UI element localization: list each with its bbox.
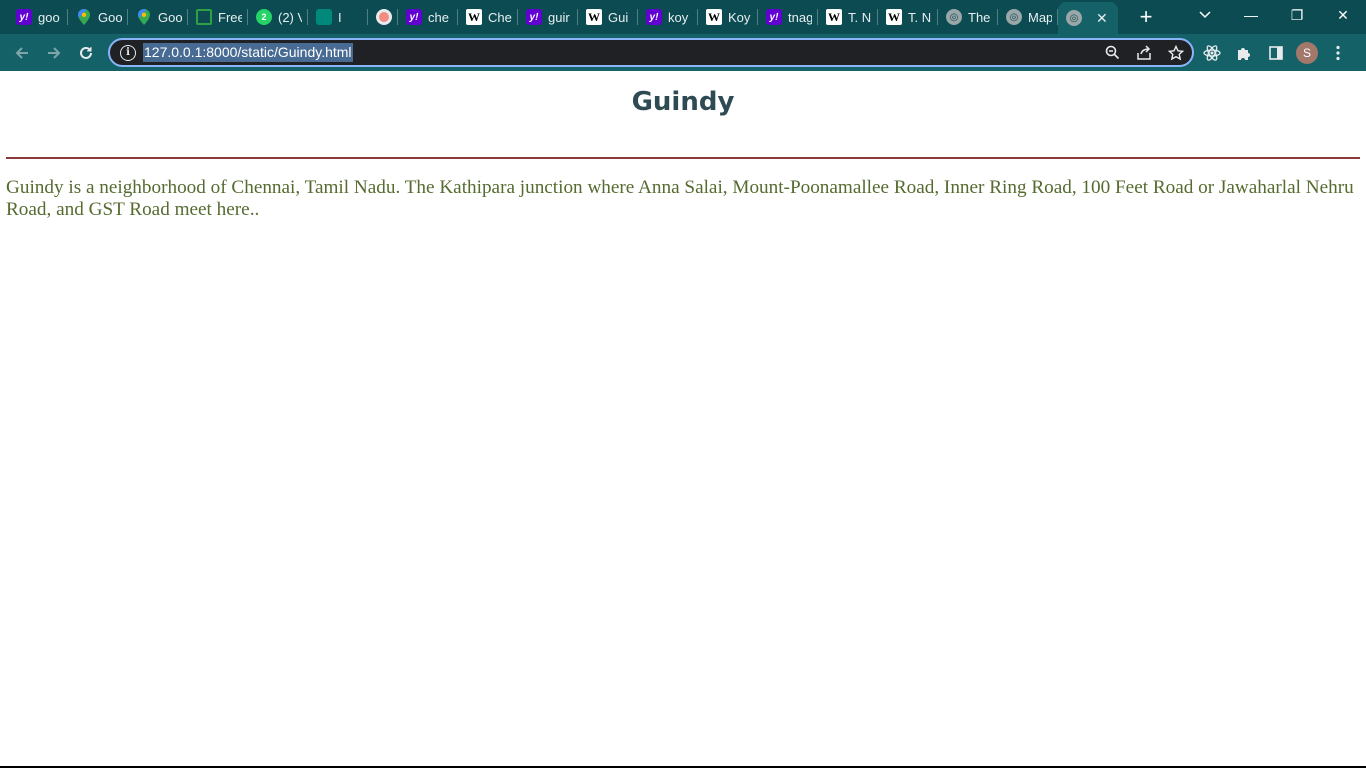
tab-title: goo <box>38 9 60 25</box>
wikipedia-icon: W <box>466 9 482 25</box>
address-bar[interactable]: i 127.0.0.1:8000/static/Guindy.html <box>108 38 1194 67</box>
whatsapp-icon: 2 <box>256 9 272 25</box>
extensions-puzzle-icon[interactable] <box>1232 41 1256 65</box>
minimize-button[interactable]: — <box>1228 0 1274 30</box>
tab-title: che <box>428 9 449 25</box>
address-bar-actions <box>1102 40 1186 65</box>
browser-tab[interactable]: W T. N <box>818 0 878 34</box>
back-arrow-icon <box>15 46 28 59</box>
site-info-icon[interactable]: i <box>120 44 136 61</box>
tab-title: tnag <box>788 9 812 25</box>
image-icon <box>196 9 212 25</box>
browser-tab[interactable]: Free <box>188 0 248 34</box>
yahoo-icon: y! <box>16 9 32 25</box>
active-tab[interactable]: ◎ ✕ <box>1058 2 1118 34</box>
menu-kebab-icon[interactable] <box>1326 41 1350 65</box>
browser-tab[interactable]: W T. N <box>878 0 938 34</box>
tab-list: y! goo Goo Goo Free 2 (2) V I y! che W Che y… <box>0 0 1118 34</box>
tab-title: I <box>338 9 342 25</box>
tab-title: koy <box>668 9 689 25</box>
tab-title: T. N <box>848 9 872 25</box>
yahoo-icon: y! <box>526 9 542 25</box>
react-devtools-icon[interactable] <box>1200 41 1224 65</box>
tab-title: Goo <box>158 9 182 25</box>
browser-tab[interactable]: Goo <box>68 0 128 34</box>
browser-tab[interactable]: W Gui <box>578 0 638 34</box>
close-window-button[interactable]: ✕ <box>1320 0 1366 30</box>
bookmark-star-icon[interactable] <box>1166 43 1186 63</box>
browser-tab[interactable]: y! guir <box>518 0 578 34</box>
browser-tab[interactable]: ◎ The <box>938 0 998 34</box>
browser-toolbar: i 127.0.0.1:8000/static/Guindy.html S <box>0 34 1366 71</box>
page-title: Guindy <box>631 87 735 117</box>
tab-title: Gui <box>608 9 629 25</box>
globe-icon: ◎ <box>1006 9 1022 25</box>
tab-title: T. N <box>908 9 932 25</box>
browser-tab[interactable]: W Koy <box>698 0 758 34</box>
browser-tab[interactable]: ◎ Map <box>998 0 1058 34</box>
tab-title: Koy <box>728 9 751 25</box>
tab-strip: y! goo Goo Goo Free 2 (2) V I y! che W Che y… <box>0 0 1366 34</box>
share-icon[interactable] <box>1134 43 1154 63</box>
new-tab-button[interactable]: + <box>1126 0 1166 34</box>
tab-search-icon[interactable] <box>1190 0 1220 30</box>
page-content: Guindy Guindy is a neighborhood of Chenn… <box>0 71 1366 766</box>
reload-button[interactable] <box>70 37 102 69</box>
wikipedia-icon: W <box>586 9 602 25</box>
url-text[interactable]: 127.0.0.1:8000/static/Guindy.html <box>143 43 353 62</box>
tab-title: The <box>968 9 991 25</box>
globe-icon: ◎ <box>946 9 962 25</box>
wikipedia-icon: W <box>706 9 722 25</box>
browser-tab[interactable]: y! koy <box>638 0 698 34</box>
forward-button[interactable] <box>38 37 70 69</box>
browser-tab[interactable]: y! tnag <box>758 0 818 34</box>
profile-avatar[interactable]: S <box>1296 41 1318 64</box>
back-button[interactable] <box>6 37 38 69</box>
maps-icon <box>136 9 152 25</box>
tab-title: Map <box>1028 9 1052 25</box>
tab-title: Goo <box>98 9 122 25</box>
browser-tab[interactable]: I <box>308 0 368 34</box>
tab-title: Free <box>218 9 242 25</box>
maps-icon <box>76 9 92 25</box>
side-panel-icon[interactable] <box>1264 41 1288 65</box>
wikipedia-icon: W <box>886 9 902 25</box>
browser-tab[interactable]: y! che <box>398 0 458 34</box>
reload-icon <box>80 46 92 59</box>
forward-arrow-icon <box>48 46 61 59</box>
yahoo-icon: y! <box>406 9 422 25</box>
tab-title: guir <box>548 9 570 25</box>
browser-tab[interactable]: y! goo <box>8 0 68 34</box>
tab-title: Che <box>488 9 512 25</box>
browser-tab[interactable]: Goo <box>128 0 188 34</box>
close-tab-icon[interactable]: ✕ <box>1096 10 1108 27</box>
record-icon <box>376 9 392 25</box>
description-paragraph: Guindy is a neighborhood of Chennai, Tam… <box>6 177 1354 220</box>
browser-tab[interactable]: 2 (2) V <box>248 0 308 34</box>
meet-icon <box>316 9 332 25</box>
restore-button[interactable]: ❐ <box>1274 0 1320 30</box>
yahoo-icon: y! <box>646 9 662 25</box>
globe-icon: ◎ <box>1066 10 1082 26</box>
horizontal-rule <box>6 157 1360 159</box>
browser-tab[interactable]: W Che <box>458 0 518 34</box>
browser-tab[interactable] <box>368 0 398 34</box>
window-controls: — ❐ ✕ <box>1228 0 1366 34</box>
extensions-area: S <box>1200 34 1350 71</box>
zoom-icon[interactable] <box>1102 43 1122 63</box>
wikipedia-icon: W <box>826 9 842 25</box>
yahoo-icon: y! <box>766 9 782 25</box>
tab-title: (2) V <box>278 9 302 25</box>
